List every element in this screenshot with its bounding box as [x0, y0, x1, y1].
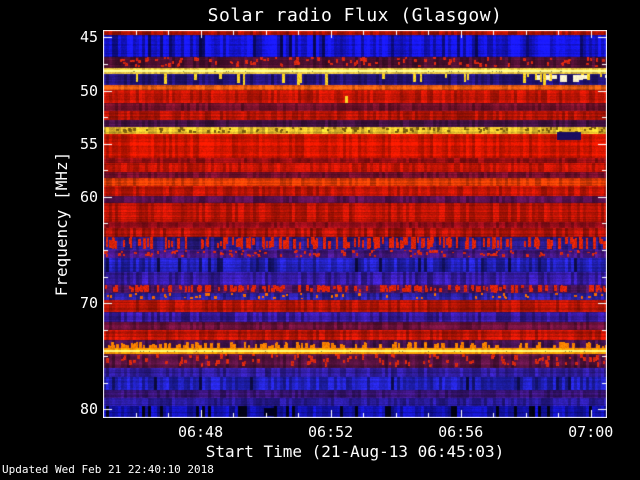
y-tick-label: 50: [79, 81, 98, 100]
x-tick-label: 06:56: [438, 423, 484, 441]
y-axis-label: Frequency [MHz]: [52, 151, 71, 297]
x-tick-label: 07:00: [568, 423, 614, 441]
spectrogram-canvas: [103, 30, 607, 418]
x-tick-label: 06:52: [308, 423, 354, 441]
chart-title: Solar radio Flux (Glasgow): [207, 5, 503, 26]
spectrogram-figure: Solar radio Flux (Glasgow) Frequency [MH…: [0, 0, 640, 480]
y-tick-label: 70: [79, 294, 98, 313]
x-axis-label: Start Time (21-Aug-13 06:45:03): [205, 442, 505, 461]
y-tick-label: 55: [79, 134, 98, 153]
y-tick-label: 80: [79, 400, 98, 419]
x-tick-label: 06:48: [177, 423, 224, 441]
plot-area: [103, 30, 607, 418]
y-tick-label: 45: [79, 28, 98, 47]
y-tick-label: 60: [79, 187, 98, 206]
updated-timestamp: Updated Wed Feb 21 22:40:10 2018: [2, 463, 214, 476]
